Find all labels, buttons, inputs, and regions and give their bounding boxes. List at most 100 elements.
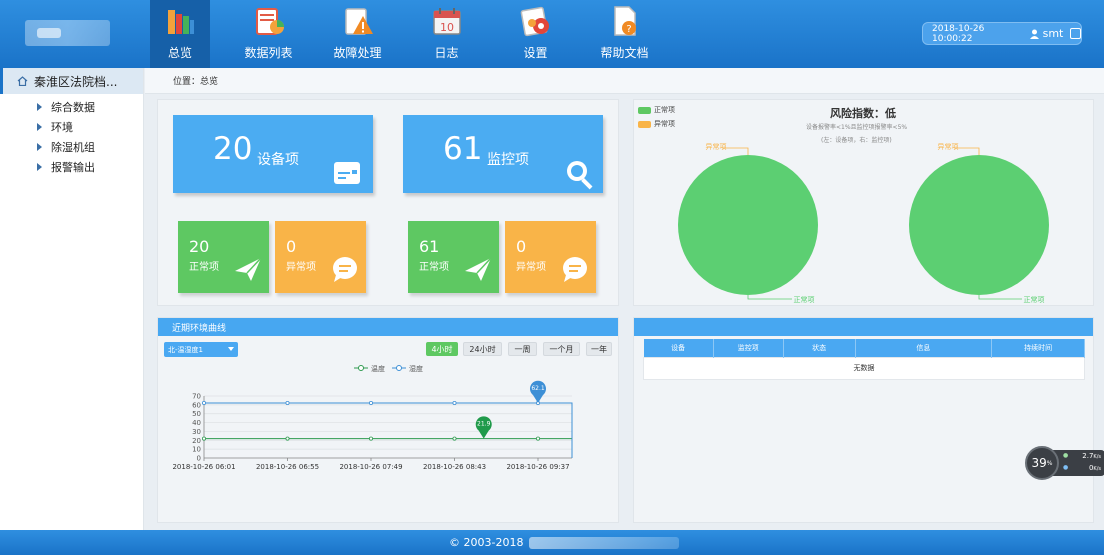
nav-fault-handling[interactable]: 故障处理 [313, 0, 402, 68]
sidebar-title[interactable]: 秦淮区法院档... [0, 68, 143, 94]
user-info-box: 2018-10-26 10:00:22 smt [922, 22, 1082, 45]
current-datetime: 2018-10-26 10:00:22 [932, 23, 985, 44]
chat-bubble-icon [333, 257, 357, 282]
data-point [202, 436, 207, 441]
y-tick-label: 20 [192, 437, 201, 445]
y-tick-label: 30 [192, 428, 201, 436]
y-tick-label: 0 [197, 455, 201, 463]
nav-data-list[interactable]: 数据列表 [224, 0, 313, 68]
sidebar-list: 综合数据 环境 除湿机组 报警输出 [0, 94, 143, 177]
y-tick-label: 50 [192, 410, 201, 418]
nav-overview[interactable]: 总览 [150, 0, 210, 68]
value-marker-label: 21.9 [477, 421, 491, 428]
gear-icon [519, 4, 553, 38]
column-header-status[interactable]: 状态 [783, 339, 856, 357]
range-year-button[interactable]: 一年 [586, 342, 612, 356]
series-line-temperature [204, 438, 573, 458]
top-navigation-bar: 总览 数据列表 故障处理 10 日志 设置 ? 帮助文档 2018-10-26 … [0, 0, 1104, 68]
range-week-button[interactable]: 一周 [508, 342, 537, 356]
monitor-total-value: 61 [443, 131, 483, 167]
alarm-table: 设备 监控项 状态 信息 持续时间 无数据 [643, 339, 1085, 380]
range-month-button[interactable]: 一个月 [543, 342, 580, 356]
chevron-down-icon [228, 347, 234, 351]
pie-label-abnormal: 异常项 [706, 142, 727, 151]
sensor-select[interactable]: 北-温湿度1 [164, 342, 238, 357]
nav-data-list-label: 数据列表 [244, 46, 293, 60]
nav-settings-label: 设置 [523, 46, 548, 60]
monitor-total-card[interactable]: 61 监控项 [403, 115, 603, 193]
data-point [285, 436, 290, 441]
company-name-blurred [529, 536, 680, 549]
data-point [368, 436, 373, 441]
sidebar-item-environment[interactable]: 环境 [0, 117, 143, 137]
calendar-icon: 10 [430, 4, 464, 38]
sidebar-item-overview-data[interactable]: 综合数据 [0, 97, 143, 117]
nav-log-label: 日志 [434, 46, 459, 60]
data-point [535, 436, 540, 441]
data-list-icon [252, 4, 286, 38]
x-tick-label: 2018-10-26 06:01 [172, 463, 235, 471]
nav-log[interactable]: 10 日志 [402, 0, 491, 68]
monitor-normal-card[interactable]: 61 正常项 [408, 221, 499, 293]
memory-gauge: 39% [1025, 446, 1059, 480]
legend-dot [358, 365, 364, 371]
sidebar-item-alarm-output[interactable]: 报警输出 [0, 157, 143, 177]
breadcrumb: 位置：总览 [145, 68, 1104, 94]
monitor-normal-value: 61 [419, 237, 440, 256]
device-abnormal-card[interactable]: 0 异常项 [275, 221, 366, 293]
warning-icon [341, 4, 375, 38]
nav-settings[interactable]: 设置 [491, 0, 580, 68]
empty-table-message: 无数据 [643, 356, 1085, 380]
env-panel-title: 近期环境曲线 [158, 318, 618, 336]
device-total-label: 设备项 [257, 152, 299, 168]
nav-fault-handling-label: 故障处理 [333, 46, 382, 60]
column-header-device[interactable]: 设备 [643, 339, 714, 357]
sidebar-item-dehumidifier[interactable]: 除湿机组 [0, 137, 143, 157]
upload-arrow-icon: ● [1063, 452, 1069, 459]
device-normal-card[interactable]: 20 正常项 [178, 221, 269, 293]
value-marker-label: 62.1 [531, 385, 545, 392]
data-point [452, 400, 457, 405]
data-point [202, 400, 207, 405]
monitor-abnormal-label: 异常项 [516, 262, 546, 273]
paper-plane-icon [235, 257, 262, 281]
column-header-monitor[interactable]: 监控项 [713, 339, 784, 357]
username[interactable]: smt [1043, 27, 1064, 40]
expand-arrow-icon [37, 123, 42, 131]
expand-arrow-icon [37, 143, 42, 151]
home-icon [17, 76, 28, 86]
environment-chart-panel: 近期环境曲线 北-温湿度1 4小时 24小时 一周 一个月 一年 温度 湿度 0 10… [157, 317, 619, 523]
device-abnormal-value: 0 [286, 237, 297, 256]
svg-text:?: ? [626, 24, 631, 35]
nav-overview-label: 总览 [167, 46, 192, 60]
monitor-abnormal-value: 0 [516, 237, 527, 256]
device-normal-value: 20 [189, 237, 210, 256]
column-header-duration[interactable]: 持续时间 [991, 339, 1085, 357]
y-tick-label: 60 [192, 401, 201, 409]
pie-label-normal: 正常项 [1024, 295, 1045, 304]
network-speed-widget[interactable]: ● 2.7K/s ● 0K/s 39% [1025, 446, 1104, 480]
logout-icon[interactable] [1070, 28, 1081, 39]
device-total-card[interactable]: 20 设备项 [173, 115, 373, 193]
help-doc-icon: ? [608, 4, 642, 38]
chat-bubble-icon [563, 257, 587, 282]
monitor-abnormal-card[interactable]: 0 异常项 [505, 221, 596, 293]
environment-line-chart: 温度 湿度 010203040506070 2018-10-26 06:01 2018-… [172, 364, 573, 471]
range-4h-button[interactable]: 4小时 [426, 342, 458, 356]
pie-monitor[interactable]: 异常项 正常项 [909, 142, 1049, 304]
pie-device[interactable]: 异常项 正常项 [678, 142, 818, 304]
series-line-humidity [204, 402, 573, 458]
nav-help-docs[interactable]: ? 帮助文档 [580, 0, 669, 68]
download-arrow-icon: ● [1063, 464, 1069, 471]
copyright-text: © 2003-2018 [449, 536, 524, 549]
footer: © 2003-2018 [0, 530, 1104, 555]
range-24h-button[interactable]: 24小时 [463, 342, 502, 356]
sidebar-title-label: 秦淮区法院档... [34, 74, 118, 89]
alarm-panel-header [634, 318, 1093, 336]
nav-help-docs-label: 帮助文档 [600, 46, 649, 60]
pie-slice-normal [678, 155, 818, 295]
column-header-info[interactable]: 信息 [855, 339, 993, 357]
books-icon [163, 4, 197, 38]
y-tick-label: 70 [192, 393, 201, 401]
x-tick-label: 2018-10-26 09:37 [506, 463, 569, 471]
